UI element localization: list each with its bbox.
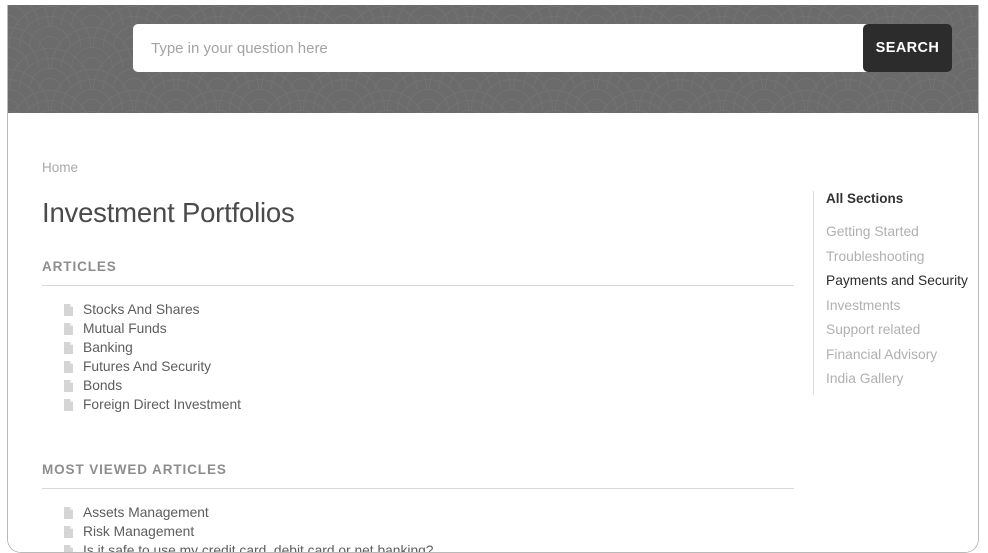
sidebar-item-financial-advisory[interactable]: Financial Advisory bbox=[826, 346, 973, 364]
article-link[interactable]: Bonds bbox=[83, 378, 122, 393]
list-item[interactable]: Mutual Funds bbox=[42, 319, 794, 338]
sidebar-all-sections: All Sections Getting Started Troubleshoo… bbox=[813, 191, 973, 395]
sidebar-item-label[interactable]: Support related bbox=[826, 322, 920, 337]
sidebar-item-payments-and-security[interactable]: Payments and Security bbox=[826, 272, 973, 290]
search-button[interactable]: SEARCH bbox=[863, 24, 952, 72]
sidebar-item-investments[interactable]: Investments bbox=[826, 297, 973, 315]
page-title: Investment Portfolios bbox=[42, 197, 794, 229]
list-item[interactable]: Futures And Security bbox=[42, 357, 794, 376]
list-item[interactable]: Assets Management bbox=[42, 503, 794, 522]
list-item[interactable]: Is it safe to use my credit card, debit … bbox=[42, 541, 794, 553]
sidebar-item-label[interactable]: Investments bbox=[826, 298, 900, 313]
sidebar-item-troubleshooting[interactable]: Troubleshooting bbox=[826, 248, 973, 266]
document-icon bbox=[64, 304, 73, 316]
browser-window: SEARCH Home Investment Portfolios ARTICL… bbox=[7, 5, 979, 553]
section-heading: MOST VIEWED ARTICLES bbox=[42, 462, 794, 489]
document-icon bbox=[64, 323, 73, 335]
search-input[interactable] bbox=[133, 24, 868, 72]
document-icon bbox=[64, 342, 73, 354]
breadcrumb-home[interactable]: Home bbox=[42, 160, 78, 175]
article-link[interactable]: Futures And Security bbox=[83, 359, 211, 374]
article-link[interactable]: Stocks And Shares bbox=[83, 302, 200, 317]
list-item[interactable]: Foreign Direct Investment bbox=[42, 395, 794, 414]
article-link[interactable]: Banking bbox=[83, 340, 133, 355]
article-link[interactable]: Is it safe to use my credit card, debit … bbox=[83, 543, 433, 553]
document-icon bbox=[64, 399, 73, 411]
article-list-most-viewed: Assets Management Risk Management bbox=[42, 503, 794, 553]
document-icon bbox=[64, 507, 73, 519]
sidebar-item-label[interactable]: Troubleshooting bbox=[826, 249, 924, 264]
sidebar-item-label[interactable]: Financial Advisory bbox=[826, 347, 937, 362]
site-header: SEARCH bbox=[8, 5, 978, 113]
sidebar-item-label[interactable]: Getting Started bbox=[826, 224, 919, 239]
sidebar-item-label[interactable]: India Gallery bbox=[826, 371, 903, 386]
section-most-viewed-articles: MOST VIEWED ARTICLES Assets Management bbox=[42, 462, 794, 553]
sidebar-item-label[interactable]: Payments and Security bbox=[826, 273, 968, 288]
main-content: Home Investment Portfolios ARTICLES Stoc… bbox=[42, 113, 794, 553]
article-link[interactable]: Assets Management bbox=[83, 505, 209, 520]
list-item[interactable]: Banking bbox=[42, 338, 794, 357]
list-item[interactable]: Bonds bbox=[42, 376, 794, 395]
page-body: Home Investment Portfolios ARTICLES Stoc… bbox=[8, 113, 978, 553]
sidebar-item-getting-started[interactable]: Getting Started bbox=[826, 223, 973, 241]
document-icon bbox=[64, 361, 73, 373]
document-icon bbox=[64, 380, 73, 392]
section-articles: ARTICLES Stocks And Shares bbox=[42, 259, 794, 414]
sidebar-section-list: Getting Started Troubleshooting Payments… bbox=[826, 223, 973, 388]
article-list-articles: Stocks And Shares Mutual Funds bbox=[42, 300, 794, 414]
article-link[interactable]: Mutual Funds bbox=[83, 321, 167, 336]
article-link[interactable]: Risk Management bbox=[83, 524, 194, 539]
sidebar-item-india-gallery[interactable]: India Gallery bbox=[826, 370, 973, 388]
article-link[interactable]: Foreign Direct Investment bbox=[83, 397, 241, 412]
sidebar-item-support-related[interactable]: Support related bbox=[826, 321, 973, 339]
list-item[interactable]: Risk Management bbox=[42, 522, 794, 541]
list-item[interactable]: Stocks And Shares bbox=[42, 300, 794, 319]
section-heading: ARTICLES bbox=[42, 259, 794, 286]
search-bar: SEARCH bbox=[133, 24, 952, 72]
document-icon bbox=[64, 526, 73, 538]
sidebar-heading: All Sections bbox=[826, 191, 973, 206]
